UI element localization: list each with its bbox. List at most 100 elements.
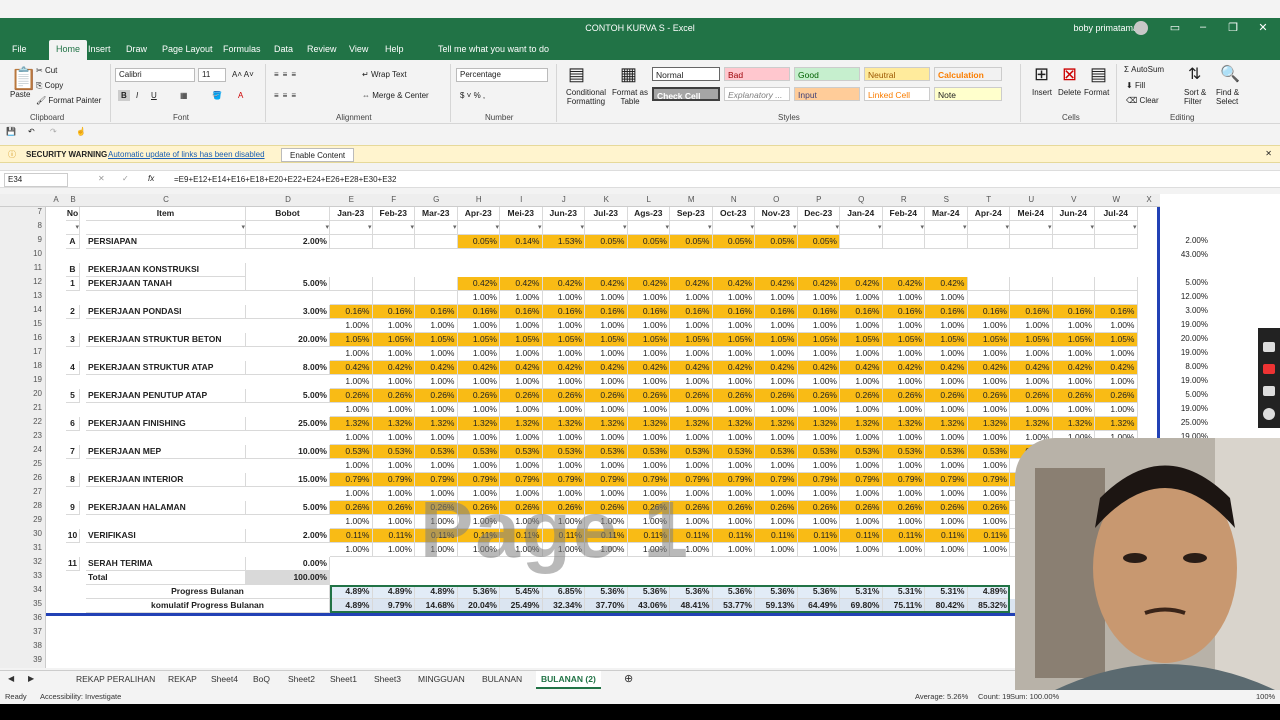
value-cell[interactable]: 1.00% <box>797 515 840 529</box>
filter-dropdown[interactable]: ▾ <box>1052 221 1095 235</box>
value-cell[interactable]: 0.53% <box>457 445 500 459</box>
value-cell[interactable] <box>1010 291 1053 305</box>
value-cell[interactable]: 1.32% <box>627 417 670 431</box>
function-icon[interactable]: fx <box>148 174 154 183</box>
value-cell[interactable]: 1.00% <box>797 347 840 361</box>
value-cell[interactable]: 0.79% <box>330 473 373 487</box>
value-cell[interactable]: 0.16% <box>372 305 415 319</box>
value-cell[interactable]: 1.00% <box>840 347 883 361</box>
value-cell[interactable]: 1.00% <box>542 431 585 445</box>
column-header[interactable]: X <box>1138 195 1160 204</box>
row-header[interactable]: 11 <box>0 263 46 272</box>
value-cell[interactable]: 0.26% <box>925 501 968 515</box>
value-cell[interactable]: 1.00% <box>457 319 500 333</box>
value-cell[interactable]: 1.00% <box>330 431 373 445</box>
value-cell[interactable]: 1.00% <box>372 515 415 529</box>
value-cell[interactable] <box>415 291 458 305</box>
value-cell[interactable]: 0.53% <box>627 445 670 459</box>
value-cell[interactable]: 1.05% <box>542 333 585 347</box>
filter-dropdown[interactable]: ▾ <box>585 221 628 235</box>
value-cell[interactable]: 1.00% <box>755 543 798 557</box>
row-header[interactable]: 29 <box>0 515 46 524</box>
value-cell[interactable]: 1.05% <box>925 333 968 347</box>
value-cell[interactable]: 1.00% <box>670 319 713 333</box>
value-cell[interactable]: 0.26% <box>627 389 670 403</box>
value-cell[interactable]: 0.11% <box>330 529 373 543</box>
filter-dropdown[interactable]: ▾ <box>457 221 500 235</box>
value-cell[interactable]: 1.00% <box>330 403 373 417</box>
value-cell[interactable]: 1.05% <box>670 333 713 347</box>
value-cell[interactable]: 1.00% <box>712 319 755 333</box>
row-header[interactable]: 26 <box>0 473 46 482</box>
row-header[interactable]: 35 <box>0 599 46 608</box>
value-cell[interactable]: 0.05% <box>627 235 670 249</box>
value-cell[interactable]: 1.00% <box>627 431 670 445</box>
value-cell[interactable]: 0.26% <box>882 501 925 515</box>
style-linked-cell[interactable]: Linked Cell <box>864 87 930 101</box>
worksheet-grid[interactable]: ABCDEFGHIJKLMNOPQRSTUVWX 7 8 9 10 11 12 13 14 15… <box>0 194 1160 668</box>
value-cell[interactable]: 1.00% <box>1010 375 1053 389</box>
tab-tell-me-what-you-want-to-do[interactable]: Tell me what you want to do <box>438 44 549 54</box>
value-cell[interactable]: 1.00% <box>967 543 1010 557</box>
add-sheet-icon[interactable]: ⊕ <box>624 672 633 685</box>
value-cell[interactable] <box>967 291 1010 305</box>
value-cell[interactable]: 1.00% <box>500 347 543 361</box>
value-cell[interactable]: 0.26% <box>415 389 458 403</box>
value-cell[interactable]: 1.00% <box>670 459 713 473</box>
save-icon[interactable]: 💾 <box>6 127 16 136</box>
value-cell[interactable]: 1.00% <box>967 347 1010 361</box>
value-cell[interactable]: 1.32% <box>500 417 543 431</box>
value-cell[interactable]: 1.00% <box>712 375 755 389</box>
value-cell[interactable]: 0.53% <box>797 445 840 459</box>
value-cell[interactable]: 1.32% <box>330 417 373 431</box>
value-cell[interactable]: 1.00% <box>882 347 925 361</box>
value-cell[interactable] <box>1052 291 1095 305</box>
value-cell[interactable]: 1.05% <box>500 333 543 347</box>
value-cell[interactable]: 0.16% <box>755 305 798 319</box>
value-cell[interactable]: 0.79% <box>925 473 968 487</box>
value-cell[interactable]: 1.00% <box>457 375 500 389</box>
value-cell[interactable]: 1.00% <box>967 403 1010 417</box>
row-header[interactable]: 21 <box>0 403 46 412</box>
value-cell[interactable] <box>372 277 415 291</box>
value-cell[interactable]: 0.16% <box>712 305 755 319</box>
filter-dropdown[interactable]: ▾ <box>246 221 330 235</box>
sheet-tab[interactable]: BoQ <box>253 674 270 684</box>
value-cell[interactable]: 1.00% <box>1052 319 1095 333</box>
value-cell[interactable]: 1.00% <box>585 291 628 305</box>
font-grow-icon[interactable]: A˄ A˅ <box>232 70 254 79</box>
style-calculation[interactable]: Calculation <box>934 67 1002 81</box>
filter-dropdown[interactable]: ▾ <box>797 221 840 235</box>
value-cell[interactable]: 1.00% <box>967 459 1010 473</box>
value-cell[interactable]: 1.00% <box>925 459 968 473</box>
value-cell[interactable]: 1.00% <box>585 347 628 361</box>
value-cell[interactable]: 0.42% <box>500 277 543 291</box>
value-cell[interactable]: 1.00% <box>627 375 670 389</box>
value-cell[interactable]: 0.26% <box>330 501 373 515</box>
value-cell[interactable]: 1.00% <box>840 543 883 557</box>
value-cell[interactable]: 0.42% <box>542 361 585 375</box>
value-cell[interactable]: 0.26% <box>372 389 415 403</box>
conditional-formatting-icon[interactable]: ▤ <box>568 64 585 85</box>
value-cell[interactable]: 0.42% <box>627 361 670 375</box>
fill-button[interactable]: ⬇ Fill <box>1126 81 1145 90</box>
clear-button[interactable]: ⌫ Clear <box>1126 96 1159 105</box>
value-cell[interactable]: 0.26% <box>1095 389 1138 403</box>
find-select-button[interactable]: Find & Select <box>1216 88 1250 106</box>
row-header[interactable]: 19 <box>0 375 46 384</box>
row-header[interactable]: 18 <box>0 361 46 370</box>
avatar[interactable] <box>1134 21 1148 35</box>
column-header[interactable]: D <box>246 195 330 204</box>
undo-icon[interactable]: ↶ <box>28 127 35 136</box>
value-cell[interactable]: 0.16% <box>585 305 628 319</box>
value-cell[interactable]: 1.00% <box>1052 375 1095 389</box>
value-cell[interactable]: 1.00% <box>712 487 755 501</box>
value-cell[interactable]: 0.42% <box>967 361 1010 375</box>
value-cell[interactable]: 1.32% <box>542 417 585 431</box>
value-cell[interactable]: 1.00% <box>1095 347 1138 361</box>
value-cell[interactable]: 1.00% <box>755 319 798 333</box>
tab-file[interactable]: File <box>12 44 27 54</box>
redo-icon[interactable]: ↷ <box>50 127 57 136</box>
value-cell[interactable]: 1.00% <box>797 431 840 445</box>
value-cell[interactable]: 1.00% <box>925 347 968 361</box>
